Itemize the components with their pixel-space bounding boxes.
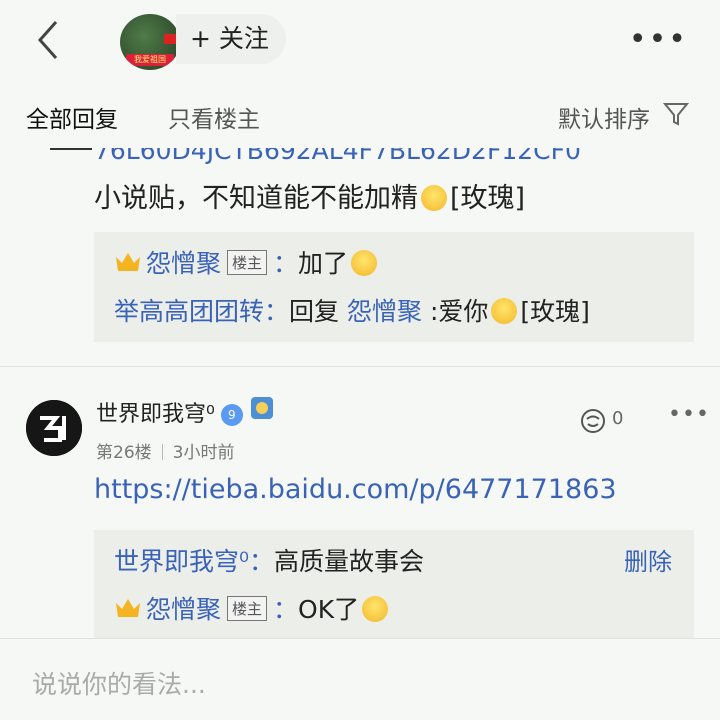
more-options-icon[interactable]: •••	[668, 402, 710, 427]
comment-bar: 说说你的看法...	[0, 638, 720, 720]
colon: ：	[249, 547, 275, 576]
smile-emoji-icon	[362, 596, 389, 622]
divider	[50, 148, 92, 150]
reply-target-user[interactable]: 怨憎聚	[347, 297, 422, 326]
floor-meta: 第26楼 3小时前	[96, 438, 234, 463]
post-text: 小说贴，不知道能不能加精 [玫瑰]	[94, 176, 525, 215]
sub-reply[interactable]: 怨憎聚 楼主 ：OK了	[114, 590, 391, 626]
crown-icon	[116, 599, 140, 617]
filter-icon[interactable]	[662, 100, 690, 128]
username[interactable]: 世界即我穹⁰ 9	[96, 396, 273, 428]
clipped-text: 76L60D4JCTB692AL4F7BL62D2F12CF0	[94, 148, 581, 165]
crown-icon	[116, 253, 140, 271]
sub-reply-box[interactable]: 世界即我穹⁰：高质量故事会 删除 怨憎聚 楼主 ：OK了	[94, 530, 694, 638]
sub-reply-box[interactable]: 怨憎聚 楼主 ：加了 举高高团团转：回复 怨憎聚 :爱你 [玫瑰]	[94, 232, 694, 342]
reply-user[interactable]: 世界即我穹⁰	[114, 547, 249, 576]
sub-reply[interactable]: 举高高团团转：回复 怨憎聚 :爱你 [玫瑰]	[114, 292, 590, 328]
post-body: 小说贴，不知道能不能加精	[94, 183, 418, 214]
tab-only-owner[interactable]: 只看楼主	[168, 100, 260, 134]
smile-emoji-icon	[351, 250, 378, 276]
sub-reply[interactable]: 世界即我穹⁰：高质量故事会	[114, 542, 424, 578]
reply-text: 加了	[298, 249, 349, 278]
user-avatar[interactable]	[26, 400, 82, 456]
reply-text: 高质量故事会	[274, 547, 425, 576]
reply-user[interactable]: 怨憎聚	[146, 249, 221, 278]
reply-text: OK了	[298, 595, 360, 624]
username-text[interactable]: 世界即我穹⁰	[96, 402, 215, 427]
owner-badge: 楼主	[227, 596, 268, 621]
smile-emoji-icon	[491, 298, 518, 324]
reply-suffix: [玫瑰]	[520, 297, 590, 326]
colon: ：	[273, 249, 299, 278]
sub-reply[interactable]: 怨憎聚 楼主 ：加了	[114, 244, 380, 280]
top-bar: 我爱祖国 + 关注 •••	[0, 0, 720, 82]
sort-button[interactable]: 默认排序	[558, 100, 650, 134]
level-badge: 9	[220, 404, 243, 426]
follow-button[interactable]: + 关注	[176, 14, 286, 64]
reply-user[interactable]: 怨憎聚	[146, 595, 221, 624]
colon: ：	[273, 595, 299, 624]
reply-prefix: 回复	[289, 297, 340, 326]
flag-icon	[164, 34, 176, 44]
tab-all-replies[interactable]: 全部回复	[26, 100, 118, 134]
reply-text: :爱你	[429, 297, 489, 326]
back-arrow-icon[interactable]	[30, 18, 70, 62]
reply-user[interactable]: 举高高团团转	[114, 297, 264, 326]
more-options-icon[interactable]: •••	[629, 22, 688, 57]
post-suffix: [玫瑰]	[450, 183, 526, 214]
avatar-tag: 我爱祖国	[126, 54, 174, 66]
comment-input[interactable]: 说说你的看法...	[32, 665, 206, 701]
reply-list: 76L60D4JCTB692AL4F7BL62D2F12CF0 小说贴，不知道能…	[0, 148, 720, 638]
medal-icon	[250, 397, 273, 419]
tab-bar: 全部回复 只看楼主 默认排序	[0, 82, 720, 148]
delete-button[interactable]: 删除	[624, 542, 672, 577]
colon: ：	[264, 297, 290, 326]
owner-badge: 楼主	[227, 250, 268, 275]
post-link[interactable]: https://tieba.baidu.com/p/6477171863	[94, 474, 617, 505]
sk-logo-icon	[26, 400, 82, 456]
thread-owner-avatar[interactable]: 我爱祖国	[120, 14, 180, 70]
like-count: 0	[612, 408, 624, 429]
like-icon[interactable]	[578, 406, 608, 436]
post-time: 3小时前	[172, 443, 235, 463]
floor-number: 第26楼	[96, 443, 152, 463]
smile-emoji-icon	[421, 185, 447, 211]
